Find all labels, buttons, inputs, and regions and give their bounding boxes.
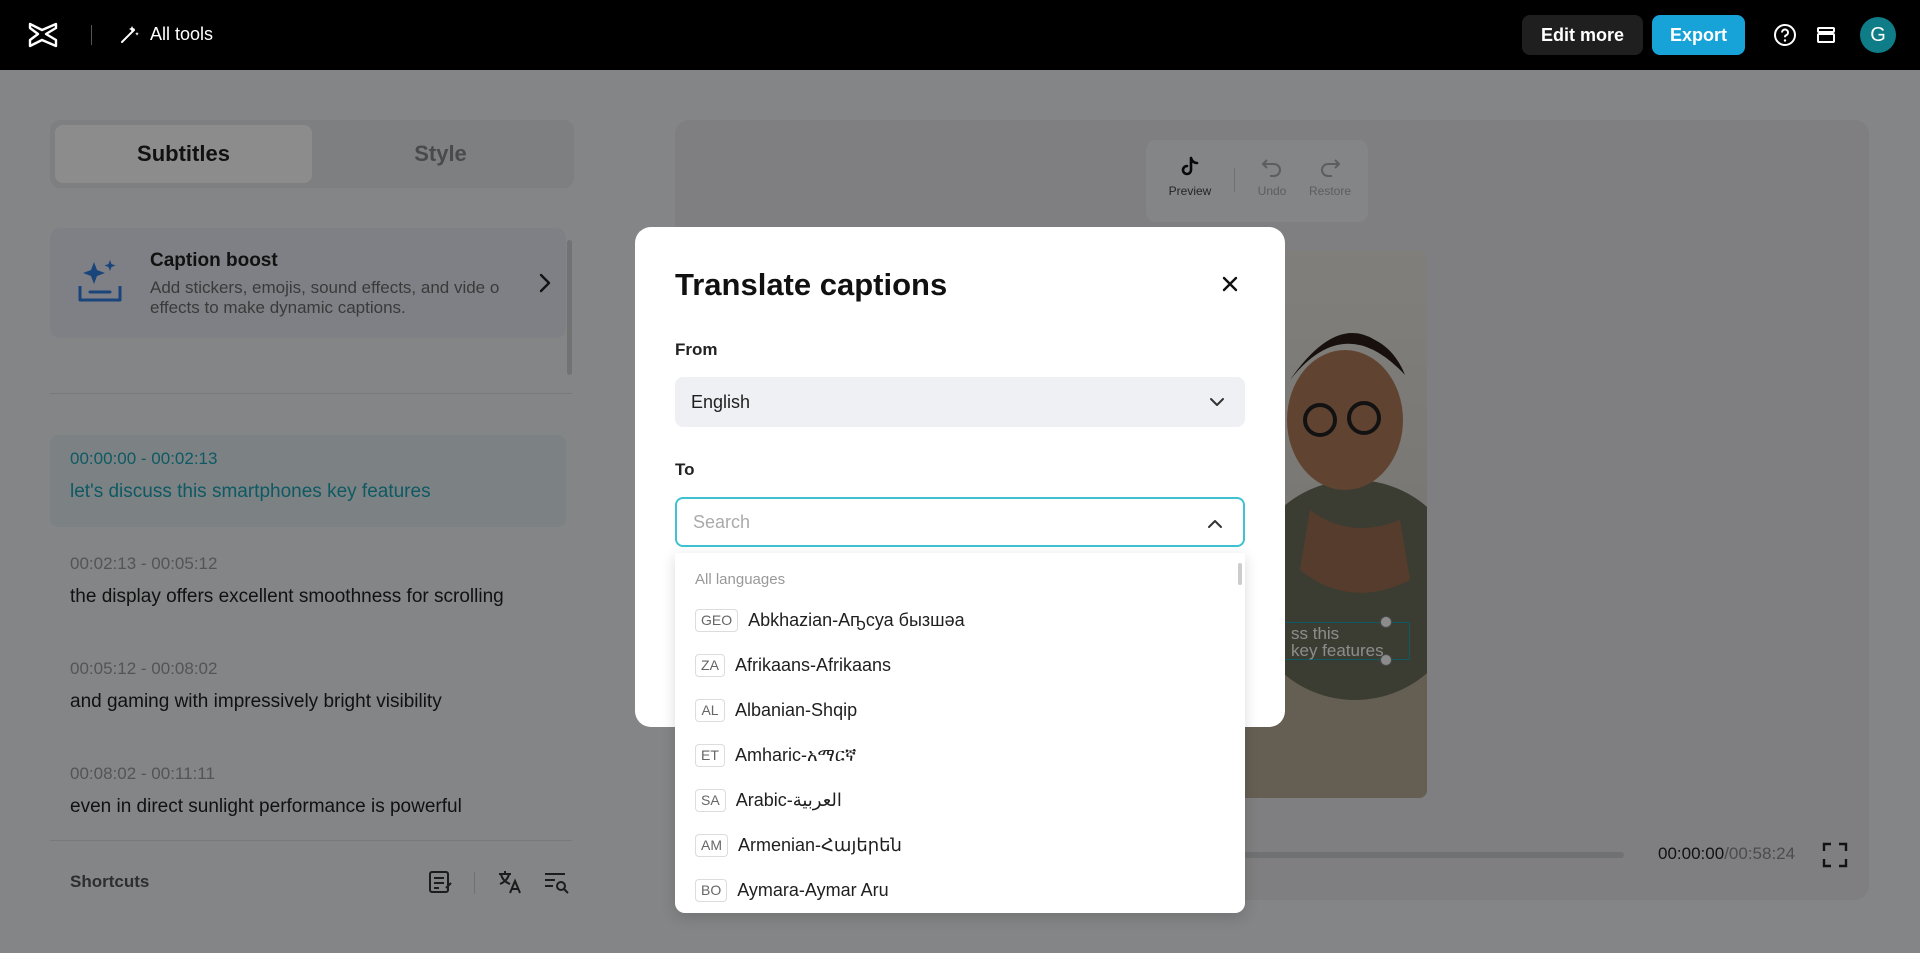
all-tools-label: All tools: [150, 23, 214, 44]
all-tools-button[interactable]: All tools: [118, 22, 213, 46]
country-code-badge: ZA: [695, 653, 725, 677]
dropdown-header: All languages: [695, 571, 786, 588]
language-option[interactable]: SA Arabic-العربية: [695, 780, 842, 820]
dropdown-scrollbar[interactable]: [1238, 563, 1242, 585]
language-option[interactable]: BO Aymara-Aymar Aru: [695, 870, 889, 910]
language-option[interactable]: ZA Afrikaans-Afrikaans: [695, 645, 891, 685]
edit-more-button[interactable]: Edit more: [1522, 15, 1643, 55]
dialog-title: Translate captions: [675, 267, 948, 302]
country-code-badge: GEO: [695, 608, 739, 632]
magic-wand-icon: [121, 26, 139, 43]
country-code-badge: SA: [695, 788, 726, 812]
language-name: Afrikaans-Afrikaans: [735, 654, 892, 675]
avatar[interactable]: G: [1860, 17, 1896, 53]
language-option[interactable]: ET Amharic-አማርኛ: [695, 735, 856, 775]
language-search-input[interactable]: [693, 511, 1173, 533]
to-label: To: [675, 460, 695, 479]
language-name: Albanian-Shqip: [735, 699, 858, 720]
export-button[interactable]: Export: [1652, 15, 1745, 55]
language-dropdown: All languages GEO Abkhazian-Аҧсуа бызшәа…: [675, 553, 1245, 913]
language-option[interactable]: AL Albanian-Shqip: [695, 690, 857, 730]
country-code-badge: BO: [695, 878, 728, 902]
help-icon[interactable]: [1772, 22, 1798, 48]
country-code-badge: AM: [695, 833, 728, 857]
language-option[interactable]: GEO Abkhazian-Аҧсуа бызшәа: [695, 600, 965, 640]
language-name: Arabic-العربية: [735, 789, 842, 810]
language-name: Aymara-Aymar Aru: [737, 879, 889, 900]
from-label: From: [675, 340, 718, 359]
language-name: Abkhazian-Аҧсуа бызшәа: [748, 609, 965, 630]
language-name: Armenian-Հայերեն: [738, 834, 902, 855]
close-button[interactable]: [1215, 269, 1245, 299]
from-language-value: English: [691, 391, 751, 412]
chevron-up-icon: [1208, 520, 1222, 528]
chevron-down-icon: [1210, 398, 1224, 406]
from-language-select[interactable]: English: [675, 377, 1245, 427]
country-code-badge: ET: [695, 743, 725, 767]
close-icon: [1222, 276, 1238, 292]
top-bar: All tools Edit more Export G: [0, 0, 1920, 70]
to-language-select[interactable]: [675, 497, 1245, 547]
layers-icon[interactable]: [1813, 22, 1839, 48]
topbar-divider: [91, 25, 92, 45]
language-name: Amharic-አማርኛ: [735, 744, 857, 765]
capcut-logo-icon[interactable]: [26, 20, 60, 50]
language-option[interactable]: AM Armenian-Հայերեն: [695, 825, 902, 865]
country-code-badge: AL: [695, 698, 725, 722]
